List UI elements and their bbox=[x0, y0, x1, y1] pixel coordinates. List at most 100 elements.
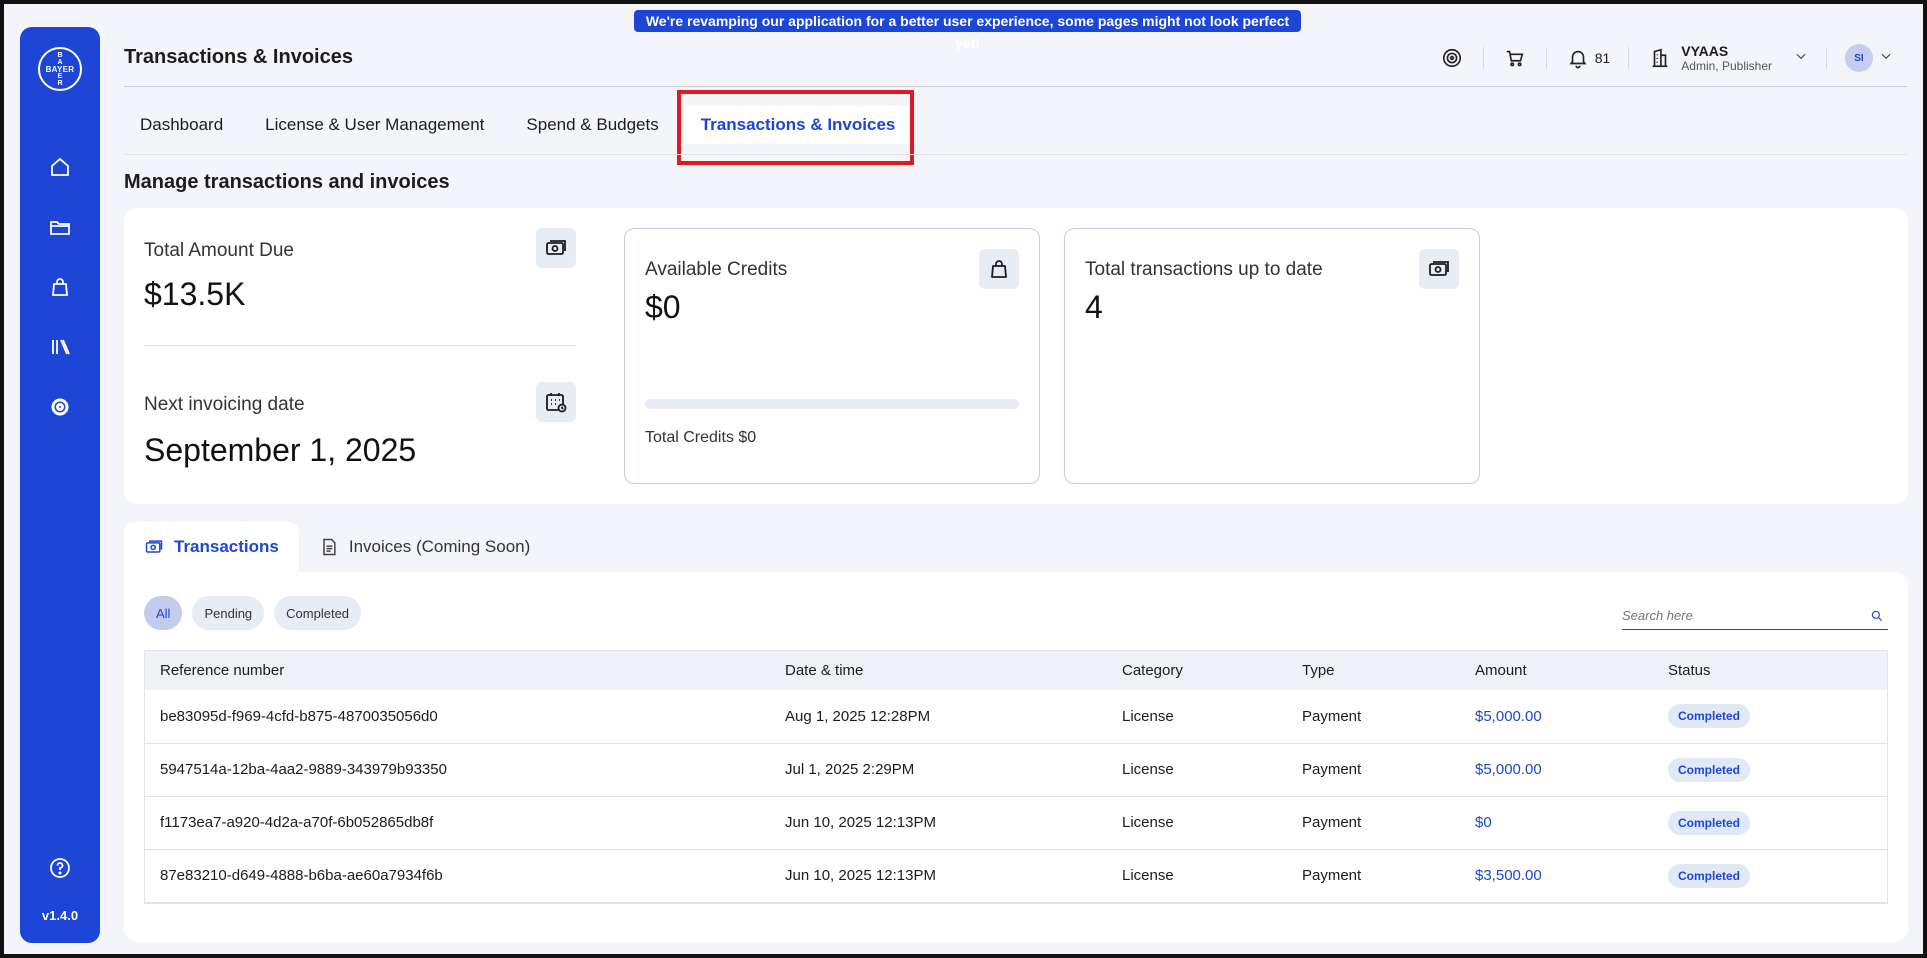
total-transactions-label: Total transactions up to date bbox=[1085, 259, 1323, 280]
header-divider bbox=[124, 86, 1907, 87]
table-row[interactable]: f1173ea7-a920-4d2a-a70f-6b052865db8f Jun… bbox=[144, 796, 1888, 849]
column-header[interactable]: Status bbox=[1652, 650, 1888, 690]
type: Payment bbox=[1302, 761, 1362, 778]
notifications-count: 81 bbox=[1594, 50, 1611, 66]
tab-transactions[interactable]: Transactions bbox=[124, 522, 299, 572]
bag-svg bbox=[991, 260, 1007, 278]
column-header[interactable]: Category bbox=[1106, 650, 1286, 690]
total-due-value: $13.5K bbox=[144, 276, 246, 312]
column-header[interactable]: Type bbox=[1286, 650, 1459, 690]
sidebar-item-home[interactable] bbox=[45, 152, 75, 182]
category: License bbox=[1122, 761, 1174, 778]
cart-icon bbox=[1506, 50, 1524, 67]
column-header[interactable]: Date & time bbox=[769, 650, 1106, 690]
category: License bbox=[1122, 707, 1174, 725]
tab-invoices-label: Invoices (Coming Soon) bbox=[348, 537, 531, 556]
type: Payment bbox=[1302, 814, 1362, 831]
calendar-icon bbox=[536, 382, 576, 422]
sidebar-item-bag[interactable] bbox=[45, 272, 75, 302]
reference-number: 87e83210-d649-4888-b6ba-ae60a7934f6b bbox=[160, 867, 443, 884]
library-icon bbox=[52, 339, 70, 355]
table-row[interactable]: 5947514a-12ba-4aa2-9889-343979b93350 Jul… bbox=[144, 743, 1888, 796]
money-svg bbox=[546, 240, 566, 255]
user-menu[interactable]: VYAAS Admin, Publisher bbox=[1647, 43, 1808, 73]
logo-letter: R bbox=[57, 80, 63, 87]
amount: $0 bbox=[1475, 814, 1492, 831]
sidebar-item-help[interactable] bbox=[45, 853, 75, 883]
profile-menu[interactable]: SI bbox=[1845, 44, 1893, 72]
search-icon[interactable] bbox=[1870, 609, 1884, 623]
next-invoice-value: September 1, 2025 bbox=[144, 432, 417, 468]
available-credits-card: Available Credits $0 Total Credits $0 bbox=[624, 228, 1040, 484]
status-cell: Completed bbox=[1652, 849, 1888, 902]
divider bbox=[1545, 47, 1547, 69]
reference-number: f1173ea7-a920-4d2a-a70f-6b052865db8f bbox=[160, 814, 434, 831]
cart-button[interactable] bbox=[1502, 45, 1528, 71]
logo-letter: B bbox=[57, 52, 63, 59]
search-input[interactable] bbox=[1622, 608, 1862, 623]
filter-all[interactable]: All bbox=[144, 596, 183, 630]
folder-icon bbox=[50, 221, 70, 235]
chevron-svg bbox=[1796, 53, 1806, 59]
building-icon bbox=[1647, 45, 1673, 71]
column-header[interactable]: Reference number bbox=[144, 650, 769, 690]
available-credits-label: Available Credits bbox=[645, 259, 788, 280]
chevron-down-icon bbox=[1794, 49, 1808, 68]
page-title: Transactions & Invoices bbox=[124, 46, 353, 68]
sidebar-item-folder[interactable] bbox=[45, 212, 75, 242]
reference-number: be83095d-f969-4cfd-b875-4870035056d0 bbox=[160, 707, 438, 725]
status-filters: All Pending Completed bbox=[144, 596, 371, 630]
chevron-svg bbox=[1881, 53, 1891, 59]
bag-icon bbox=[979, 249, 1019, 289]
bayer-logo[interactable]: B A Y E R BAYER bbox=[38, 47, 82, 91]
column-header[interactable]: Amount bbox=[1459, 650, 1652, 690]
target-icon bbox=[1442, 48, 1461, 68]
status-badge: Completed bbox=[1668, 757, 1751, 782]
logo-letter: E bbox=[57, 73, 63, 80]
section-title: Manage transactions and invoices bbox=[124, 171, 450, 193]
search-box bbox=[1622, 602, 1888, 630]
table-row[interactable]: be83095d-f969-4cfd-b875-4870035056d0 Aug… bbox=[144, 690, 1888, 743]
sidebar: B A Y E R BAYER v1.4.0 bbox=[20, 27, 100, 943]
avatar: SI bbox=[1845, 44, 1873, 72]
amount: $3,500.00 bbox=[1475, 867, 1542, 884]
user-info: VYAAS Admin, Publisher bbox=[1681, 43, 1772, 73]
credits-progress-bar bbox=[645, 399, 1019, 409]
available-credits-value: $0 bbox=[645, 289, 681, 325]
tab-license-user-management[interactable]: License & User Management bbox=[249, 106, 500, 144]
date-time: Jun 10, 2025 12:13PM bbox=[785, 814, 936, 831]
sidebar-item-library[interactable] bbox=[45, 332, 75, 362]
help-icon bbox=[50, 858, 70, 878]
sidebar-item-settings[interactable] bbox=[45, 392, 75, 422]
document-icon bbox=[323, 538, 336, 556]
total-due-label: Total Amount Due bbox=[144, 240, 294, 261]
status-badge: Completed bbox=[1668, 863, 1751, 888]
category: License bbox=[1122, 867, 1174, 884]
status-cell: Completed bbox=[1652, 743, 1888, 796]
filter-completed[interactable]: Completed bbox=[274, 596, 362, 630]
filter-pending[interactable]: Pending bbox=[192, 596, 265, 630]
tab-transactions-label: Transactions bbox=[174, 537, 279, 556]
home-icon bbox=[51, 157, 69, 176]
tab-invoices[interactable]: Invoices (Coming Soon) bbox=[299, 522, 550, 572]
summary-divider bbox=[144, 345, 576, 346]
summary-panel: Total Amount Due $13.5K Next invoicing d… bbox=[124, 208, 1908, 504]
target-button[interactable] bbox=[1439, 45, 1465, 71]
building-svg bbox=[1652, 48, 1668, 68]
reference-number: 5947514a-12ba-4aa2-9889-343979b93350 bbox=[160, 761, 447, 778]
table-row[interactable]: 87e83210-d649-4888-b6ba-ae60a7934f6b Jun… bbox=[144, 849, 1888, 902]
money-icon bbox=[536, 228, 576, 268]
app-version: v1.4.0 bbox=[41, 908, 79, 923]
user-role: Admin, Publisher bbox=[1681, 59, 1772, 73]
bag-icon bbox=[52, 278, 68, 296]
transactions-tabs: Transactions Invoices (Coming Soon) bbox=[124, 522, 550, 572]
divider bbox=[1826, 47, 1827, 69]
header-actions: 81 VYAAS Admin, Publisher SI bbox=[1439, 42, 1893, 74]
tab-dashboard[interactable]: Dashboard bbox=[124, 106, 239, 144]
revamp-banner: We're revamping our application for a be… bbox=[634, 10, 1301, 51]
tab-spend-budgets[interactable]: Spend & Budgets bbox=[510, 106, 674, 144]
total-transactions-card: Total transactions up to date 4 bbox=[1064, 228, 1480, 484]
amount-due-card: Total Amount Due $13.5K Next invoicing d… bbox=[144, 208, 576, 504]
notifications-button[interactable] bbox=[1565, 45, 1591, 71]
type: Payment bbox=[1302, 707, 1362, 725]
